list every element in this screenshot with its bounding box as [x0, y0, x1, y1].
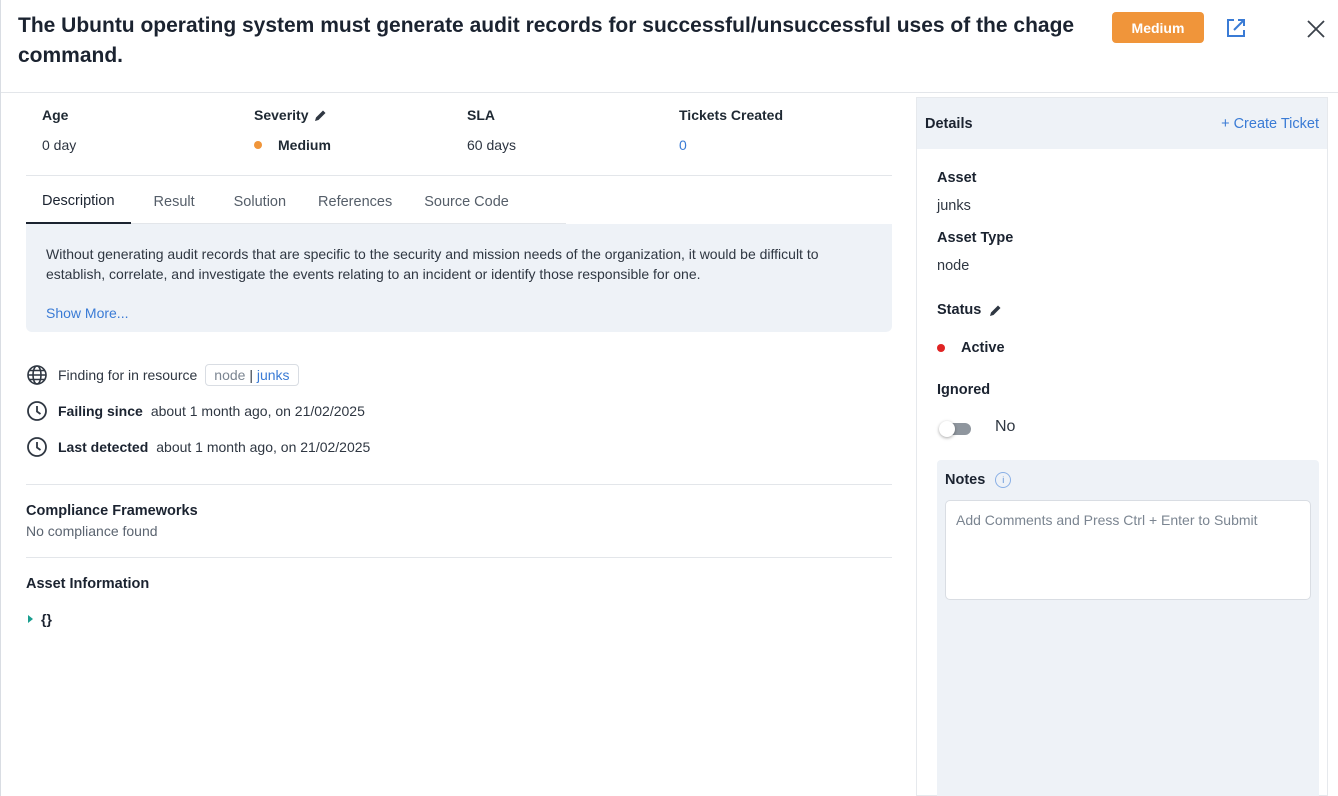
status-label: Status	[937, 302, 982, 318]
resource-chip: node | junks	[205, 364, 299, 386]
sla-value: 60 days	[467, 137, 517, 153]
failing-since-value: about 1 month ago, on 21/02/2025	[150, 403, 365, 419]
tab-source-code[interactable]: Source Code	[408, 180, 525, 223]
sla-label: SLA	[467, 107, 495, 123]
divider	[26, 557, 892, 558]
asset-value: junks	[937, 198, 971, 214]
status-value: Active	[961, 340, 1005, 356]
status-dot	[937, 344, 945, 352]
status-label-row: Status	[937, 302, 1002, 318]
tab-solution[interactable]: Solution	[218, 180, 302, 223]
finding-detail-panel: The Ubuntu operating system must generat…	[0, 0, 1338, 796]
clock-icon	[26, 436, 48, 458]
tab-references[interactable]: References	[302, 180, 408, 223]
failing-since-label: Failing since	[58, 403, 143, 419]
severity-badge: Medium	[1112, 12, 1204, 43]
edit-severity-icon[interactable]	[314, 109, 327, 122]
severity-dot	[254, 141, 262, 149]
description-box: Without generating audit records that ar…	[26, 224, 892, 332]
create-ticket-link[interactable]: + Create Ticket	[1221, 116, 1319, 132]
ignored-label: Ignored	[937, 382, 991, 398]
edit-status-icon[interactable]	[989, 304, 1002, 317]
show-more-link[interactable]: Show More...	[46, 305, 128, 321]
failing-since-row: Failing since about 1 month ago, on 21/0…	[26, 400, 365, 422]
resource-label: Finding for in resource	[58, 367, 198, 383]
resource-row: Finding for in resource node | junks	[26, 364, 299, 386]
stat-severity: Severity Medium	[254, 106, 331, 153]
expand-triangle-icon	[28, 615, 33, 623]
age-value: 0 day	[42, 137, 77, 153]
ignored-value: No	[995, 418, 1016, 435]
resource-name-link[interactable]: junks	[257, 367, 290, 383]
last-detected-value: about 1 month ago, on 21/02/2025	[156, 439, 371, 455]
finding-title: The Ubuntu operating system must generat…	[18, 14, 1075, 67]
severity-value-row: Medium	[254, 137, 331, 153]
tab-description[interactable]: Description	[26, 180, 131, 224]
asset-type-label: Asset Type	[937, 230, 1014, 246]
notes-section: Notes i	[937, 460, 1319, 796]
external-link-icon[interactable]	[1225, 17, 1247, 39]
ignored-toggle[interactable]	[939, 421, 973, 437]
compliance-empty: No compliance found	[26, 523, 158, 539]
details-header: Details + Create Ticket	[917, 98, 1327, 149]
details-title: Details	[925, 115, 973, 132]
asset-type-value: node	[937, 258, 970, 274]
clock-icon	[26, 400, 48, 422]
compliance-title: Compliance Frameworks	[26, 503, 198, 519]
divider	[26, 175, 892, 176]
toggle-knob	[939, 421, 955, 437]
tab-result[interactable]: Result	[131, 180, 218, 223]
notes-label-row: Notes i	[945, 472, 1012, 488]
notes-input[interactable]	[945, 500, 1311, 600]
description-text: Without generating audit records that ar…	[46, 246, 819, 282]
close-icon[interactable]	[1305, 18, 1327, 40]
info-icon[interactable]: i	[995, 472, 1012, 488]
tab-bar: Description Result Solution References S…	[26, 180, 566, 224]
last-detected-row: Last detected about 1 month ago, on 21/0…	[26, 436, 370, 458]
json-tree-toggle[interactable]: {}	[28, 611, 52, 627]
panel-header: The Ubuntu operating system must generat…	[1, 0, 1338, 93]
tickets-label: Tickets Created	[679, 107, 784, 123]
severity-label-row: Severity	[254, 106, 331, 124]
last-detected-label: Last detected	[58, 439, 149, 455]
tickets-value-link[interactable]: 0	[679, 137, 783, 153]
divider	[26, 484, 892, 485]
asset-info-title: Asset Information	[26, 576, 150, 592]
severity-value: Medium	[278, 137, 331, 153]
notes-label: Notes	[945, 472, 986, 488]
globe-icon	[26, 364, 48, 386]
age-label: Age	[42, 107, 69, 123]
stat-age: Age 0 day	[42, 106, 76, 153]
resource-separator: |	[249, 367, 253, 383]
severity-label: Severity	[254, 107, 309, 123]
json-value: {}	[41, 611, 52, 627]
stat-sla: SLA 60 days	[467, 106, 516, 153]
status-value-row: Active	[937, 340, 1005, 356]
resource-type: node	[214, 367, 246, 383]
stat-tickets: Tickets Created 0	[679, 106, 783, 153]
asset-label: Asset	[937, 170, 977, 186]
details-panel: Details + Create Ticket Asset junks Asse…	[916, 97, 1328, 796]
